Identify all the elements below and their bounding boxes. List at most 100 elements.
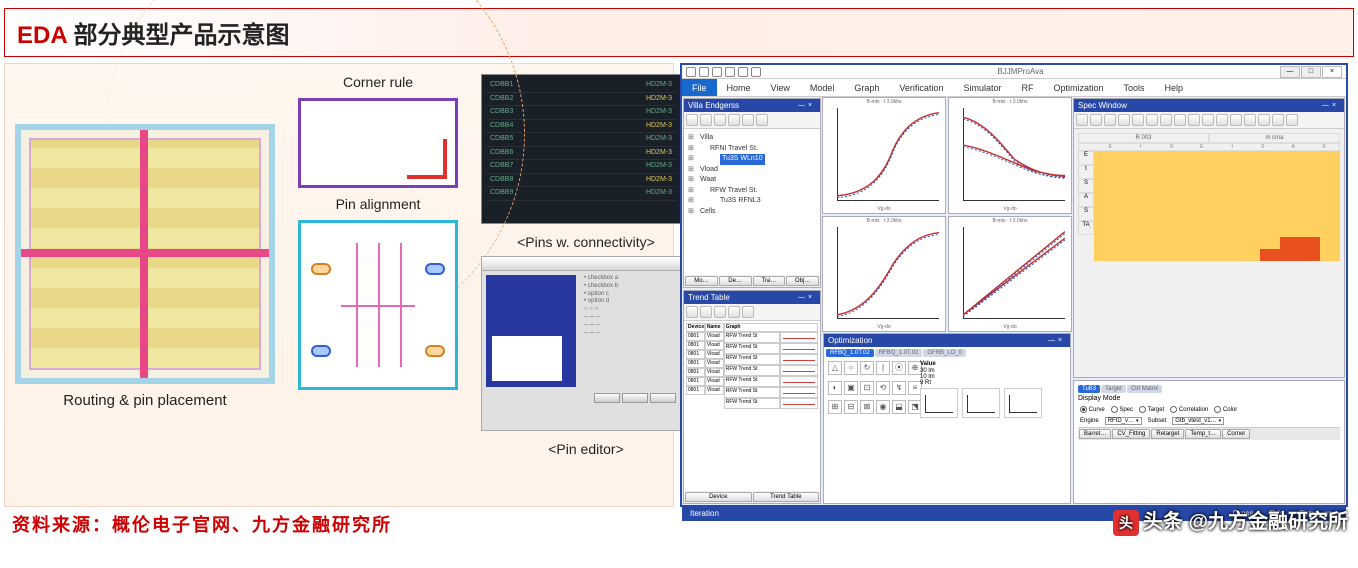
spec-toolbar-icon[interactable]: [1160, 114, 1172, 126]
qat-icon[interactable]: [738, 67, 748, 77]
tree-node[interactable]: Waat: [688, 175, 816, 186]
qat-icon[interactable]: [725, 67, 735, 77]
toolbar-icon[interactable]: [700, 114, 712, 126]
radio-curve[interactable]: [1080, 406, 1087, 413]
opt-tool-icon[interactable]: △: [828, 361, 842, 375]
radio-color[interactable]: [1214, 406, 1221, 413]
file-menu[interactable]: File: [682, 79, 717, 96]
panel-close-icon[interactable]: ×: [1332, 102, 1340, 110]
toolbar-icon[interactable]: [700, 306, 712, 318]
qat-icon[interactable]: [751, 67, 761, 77]
opt-tool-icon[interactable]: ◐: [828, 381, 842, 395]
panel-close-icon[interactable]: ×: [1058, 337, 1066, 345]
spec-toolbar-icon[interactable]: [1090, 114, 1102, 126]
qat-icon[interactable]: [712, 67, 722, 77]
workflow-tab[interactable]: CV_Fitting: [1112, 429, 1150, 439]
radio-spec[interactable]: [1111, 406, 1118, 413]
browser-tab[interactable]: De…: [719, 276, 752, 286]
menu-view[interactable]: View: [761, 83, 800, 93]
toolbar-icon[interactable]: [742, 114, 754, 126]
opt-tool-icon[interactable]: ⊞: [828, 400, 842, 414]
opt-tool-icon[interactable]: ⊟: [844, 400, 858, 414]
menu-tools[interactable]: Tools: [1114, 83, 1155, 93]
spec-toolbar-icon[interactable]: [1202, 114, 1214, 126]
menu-help[interactable]: Help: [1155, 83, 1194, 93]
radio-correlation[interactable]: [1170, 406, 1177, 413]
workflow-tab[interactable]: Corner: [1222, 429, 1250, 439]
opt-tab[interactable]: RFBQ_1.0T.02: [826, 349, 874, 357]
opt-tool-icon[interactable]: ◉: [876, 400, 890, 414]
spec-tab[interactable]: Ctrl Matrix: [1127, 385, 1162, 393]
chart-2[interactable]: B-mtx · t 3.0khs Vg-do: [822, 216, 946, 333]
spec-toolbar-icon[interactable]: [1258, 114, 1270, 126]
chart-3[interactable]: B-mtx · t 3.0khs Vg-do: [948, 216, 1072, 333]
maximize-button[interactable]: □: [1301, 66, 1321, 78]
toolbar-icon[interactable]: [686, 114, 698, 126]
menu-verification[interactable]: Verification: [889, 83, 953, 93]
opt-tool-icon[interactable]: |: [876, 361, 890, 375]
opt-tool-icon[interactable]: ↯: [892, 381, 906, 395]
model-tree[interactable]: Villa RFNI Travel St. Tu3S WLn10 Vload W…: [686, 131, 818, 219]
opt-tool-icon[interactable]: ↻: [860, 361, 874, 375]
trend-tab[interactable]: Trend Table: [753, 492, 820, 502]
menu-optimization[interactable]: Optimization: [1043, 83, 1113, 93]
spec-toolbar-icon[interactable]: [1104, 114, 1116, 126]
trend-tab[interactable]: Device: [685, 492, 752, 502]
spec-toolbar-icon[interactable]: [1230, 114, 1242, 126]
panel-min-icon[interactable]: —: [1048, 337, 1056, 345]
spec-toolbar-icon[interactable]: [1118, 114, 1130, 126]
menu-model[interactable]: Model: [800, 83, 845, 93]
tree-node[interactable]: Vload: [688, 165, 816, 176]
browser-tab[interactable]: Tra…: [753, 276, 786, 286]
minimize-button[interactable]: —: [1280, 66, 1300, 78]
engine-dropdown[interactable]: RFID_v…: [1105, 417, 1142, 425]
toolbar-icon[interactable]: [728, 306, 740, 318]
spec-heatmap[interactable]: [1094, 151, 1340, 261]
panel-close-icon[interactable]: ×: [808, 102, 816, 110]
spec-toolbar-icon[interactable]: [1132, 114, 1144, 126]
workflow-tab[interactable]: Retarget: [1151, 429, 1184, 439]
opt-tool-icon[interactable]: ⊡: [860, 381, 874, 395]
spec-toolbar-icon[interactable]: [1174, 114, 1186, 126]
tree-node[interactable]: Cells: [688, 207, 816, 218]
tree-node[interactable]: Tu3S RFNL3: [688, 196, 816, 207]
panel-min-icon[interactable]: —: [798, 102, 806, 110]
menu-rf[interactable]: RF: [1011, 83, 1043, 93]
spec-toolbar-icon[interactable]: [1076, 114, 1088, 126]
menu-simulator[interactable]: Simulator: [953, 83, 1011, 93]
opt-tool-icon[interactable]: ○: [844, 361, 858, 375]
qat-icon[interactable]: [686, 67, 696, 77]
panel-min-icon[interactable]: —: [1322, 102, 1330, 110]
tree-node[interactable]: RFW Travel St.: [688, 186, 816, 197]
opt-tool-icon[interactable]: ⦿: [892, 361, 906, 375]
subset-dropdown[interactable]: Gtb_vtest_v1…: [1172, 417, 1224, 425]
spec-toolbar-icon[interactable]: [1188, 114, 1200, 126]
spec-tab[interactable]: TuB3: [1078, 385, 1100, 393]
panel-close-icon[interactable]: ×: [808, 294, 816, 302]
workflow-tab[interactable]: Temp_t…: [1185, 429, 1221, 439]
opt-tab[interactable]: RFBQ_1.0T.02: [875, 349, 923, 357]
menu-home[interactable]: Home: [717, 83, 761, 93]
toolbar-icon[interactable]: [742, 306, 754, 318]
browser-tab[interactable]: Mo…: [685, 276, 718, 286]
toolbar-icon[interactable]: [756, 114, 768, 126]
opt-tool-icon[interactable]: ⟲: [876, 381, 890, 395]
tree-node[interactable]: RFNI Travel St.: [688, 144, 816, 155]
spec-toolbar-icon[interactable]: [1216, 114, 1228, 126]
close-button[interactable]: ×: [1322, 66, 1342, 78]
toolbar-icon[interactable]: [714, 306, 726, 318]
spec-toolbar-icon[interactable]: [1146, 114, 1158, 126]
radio-target[interactable]: [1139, 406, 1146, 413]
browser-tab[interactable]: Obj…: [786, 276, 819, 286]
opt-tab[interactable]: GFRB_LO_0: [923, 349, 966, 357]
opt-tool-icon[interactable]: ⊠: [860, 400, 874, 414]
qat-icon[interactable]: [699, 67, 709, 77]
spec-toolbar-icon[interactable]: [1272, 114, 1284, 126]
chart-1[interactable]: B-mtx · t 3.0khs Vg-do: [948, 97, 1072, 214]
opt-tool-icon[interactable]: ⬓: [892, 400, 906, 414]
workflow-tab[interactable]: Barret…: [1079, 429, 1111, 439]
spec-toolbar-icon[interactable]: [1286, 114, 1298, 126]
toolbar-icon[interactable]: [686, 306, 698, 318]
panel-min-icon[interactable]: —: [798, 294, 806, 302]
spec-toolbar-icon[interactable]: [1244, 114, 1256, 126]
